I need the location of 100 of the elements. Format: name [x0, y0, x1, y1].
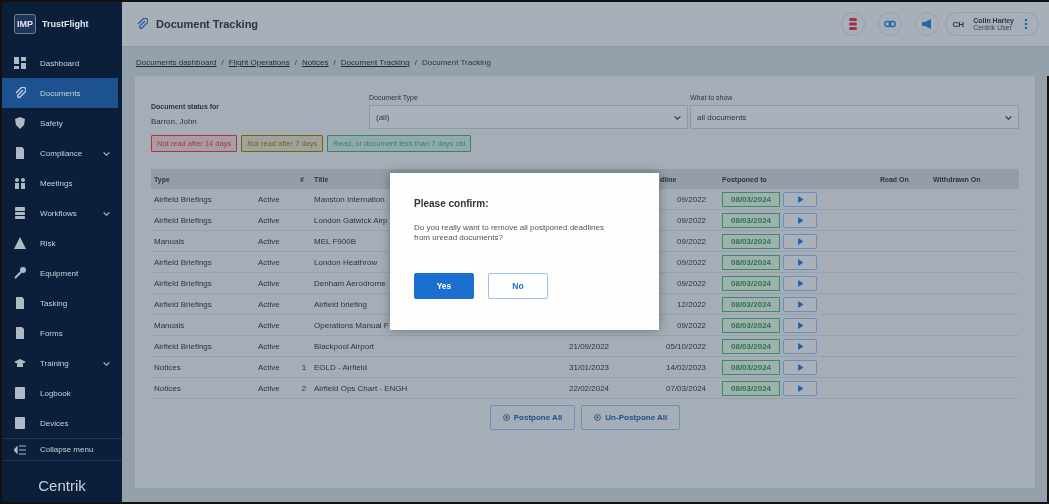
table-cell: Airfield Briefings — [151, 335, 255, 357]
graduation-cap-icon — [14, 357, 26, 369]
play-button[interactable] — [783, 296, 818, 312]
sidebar-item[interactable]: Equipment — [2, 258, 122, 288]
brand-name: TrustFlight — [42, 19, 89, 29]
play-button[interactable] — [783, 380, 818, 396]
no-button[interactable]: No — [488, 273, 548, 299]
sidebar-item[interactable]: Devices — [2, 408, 122, 438]
dropdown-field[interactable]: all documents — [690, 105, 1020, 129]
chevron-down-icon — [1005, 113, 1013, 121]
sidebar-item[interactable]: Meetings — [2, 168, 122, 198]
collapse-icon — [14, 443, 26, 456]
table-cell: Active — [255, 293, 297, 315]
breadcrumb-separator: / — [294, 58, 297, 67]
table-cell: 05/10/2022 — [643, 335, 720, 357]
postponed-date: 08/03/2024 — [722, 275, 781, 291]
document-icon — [14, 297, 26, 309]
sidebar-item[interactable]: Risk — [2, 228, 122, 258]
chevron-down-icon — [103, 149, 110, 157]
table-cell: Notices — [151, 377, 255, 399]
table-cell: Active — [255, 189, 297, 210]
circle-icon — [502, 414, 510, 421]
dialog-title: Please confirm: — [414, 198, 490, 209]
table-cell: 31/01/2023 — [566, 356, 644, 378]
table-cell: 1 — [297, 356, 311, 378]
table-cell: Blackpool Airport — [311, 335, 566, 357]
table-cell: Airfield Briefings — [151, 209, 255, 231]
chevron-down-icon — [103, 359, 110, 367]
table-cell: 22/02/2024 — [566, 377, 644, 399]
sidebar-item[interactable]: Tasking — [2, 288, 122, 318]
play-icon — [796, 300, 804, 308]
play-icon — [796, 321, 804, 329]
breadcrumb-link[interactable]: Documents dashboard — [136, 58, 217, 67]
play-icon — [796, 216, 804, 224]
postponed-date: 08/03/2024 — [722, 380, 781, 396]
sidebar-item[interactable]: Logbook — [2, 378, 122, 408]
postpone-all-button[interactable]: Postpone All — [489, 405, 576, 430]
postponed-date: 08/03/2024 — [722, 317, 781, 333]
page-title: Document Tracking — [156, 18, 260, 30]
chevron-down-icon — [674, 113, 681, 121]
table-cell: Active — [255, 335, 297, 357]
breadcrumb-link[interactable]: Flight Operations — [228, 58, 290, 67]
postponed-date: 08/03/2024 — [722, 233, 781, 249]
table-cell: Airfield Briefings — [151, 293, 255, 315]
stack-icon — [14, 207, 26, 219]
table-cell: Airfield Briefings — [151, 272, 255, 294]
book-icon — [14, 387, 26, 399]
dropdown-field[interactable]: (all) — [369, 105, 688, 129]
book-icon — [14, 417, 26, 429]
play-button[interactable] — [783, 191, 818, 207]
play-button[interactable] — [783, 317, 818, 333]
brand-badge: IMP — [14, 14, 36, 34]
grid-icon — [14, 57, 26, 69]
play-icon — [796, 258, 804, 266]
postponed-date: 08/03/2024 — [722, 359, 781, 375]
table-cell: Airfield Briefings — [151, 189, 255, 210]
sidebar-item[interactable]: Forms — [2, 318, 122, 348]
table-cell: 07/03/2024 — [643, 377, 720, 399]
play-circle-icon — [594, 414, 602, 421]
people-icon — [14, 177, 26, 189]
un-postpone-all-button[interactable]: Un-Postpone All — [581, 405, 681, 430]
play-button[interactable] — [783, 275, 818, 291]
play-button[interactable] — [783, 359, 818, 375]
sidebar-item[interactable]: Safety — [2, 108, 122, 138]
table-cell: Active — [255, 356, 297, 378]
sidebar-item[interactable]: Dashboard — [2, 48, 122, 78]
table-cell: Manuals — [151, 314, 255, 336]
table-cell: 14/02/2023 — [643, 356, 720, 378]
breadcrumb-link[interactable]: Document Tracking — [340, 58, 410, 67]
table-cell: Airfield Ops Chart - ENGH — [311, 377, 566, 399]
play-button[interactable] — [783, 233, 818, 249]
breadcrumb-link[interactable]: Notices — [301, 58, 329, 67]
yes-button[interactable]: Yes — [414, 273, 474, 299]
play-button[interactable] — [783, 212, 818, 228]
warning-icon — [14, 237, 26, 249]
table-cell: 2 — [297, 377, 311, 399]
paperclip-icon — [14, 87, 26, 99]
sidebar-item[interactable]: Workflows — [2, 198, 122, 228]
sidebar-item[interactable]: Compliance — [2, 138, 122, 168]
table-cell: Active — [255, 272, 297, 294]
table-cell: Active — [255, 230, 297, 252]
table-cell: Notices — [151, 356, 255, 378]
breadcrumb-separator: / — [333, 58, 336, 67]
table-cell: Airfield Briefings — [151, 251, 255, 273]
postponed-date: 08/03/2024 — [722, 254, 781, 270]
play-button[interactable] — [783, 254, 818, 270]
collapse-menu-button[interactable]: Collapse menu — [2, 438, 122, 461]
field-value: Barron, John — [151, 117, 198, 126]
wrench-icon — [14, 267, 26, 279]
play-icon — [796, 342, 804, 350]
postponed-date: 08/03/2024 — [722, 338, 781, 354]
postponed-date: 08/03/2024 — [722, 191, 781, 207]
sidebar-item[interactable]: Documents — [2, 78, 118, 108]
breadcrumb-separator: / — [414, 58, 417, 67]
postponed-date: 08/03/2024 — [722, 296, 781, 312]
table-cell: Manuals — [151, 230, 255, 252]
sidebar-item[interactable]: Training — [2, 348, 122, 378]
play-icon — [796, 384, 804, 392]
postponed-date: 08/03/2024 — [722, 212, 781, 228]
play-button[interactable] — [783, 338, 818, 354]
